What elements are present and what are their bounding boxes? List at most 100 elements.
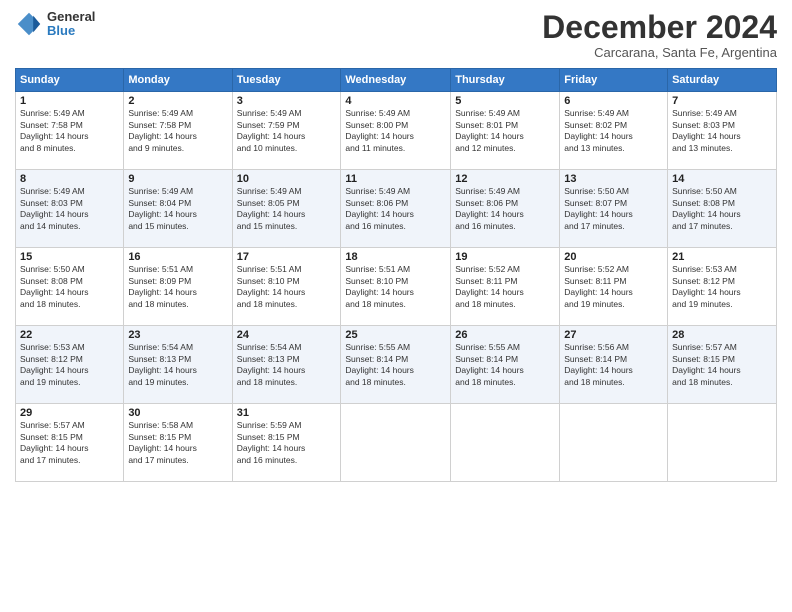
day-number: 23 (128, 329, 227, 341)
table-row: 8Sunrise: 5:49 AMSunset: 8:03 PMDaylight… (16, 170, 124, 248)
day-info: Sunrise: 5:49 AMSunset: 8:06 PMDaylight:… (455, 186, 555, 232)
day-info: Sunrise: 5:49 AMSunset: 8:00 PMDaylight:… (345, 108, 446, 154)
table-row: 27Sunrise: 5:56 AMSunset: 8:14 PMDayligh… (560, 326, 668, 404)
table-row: 10Sunrise: 5:49 AMSunset: 8:05 PMDayligh… (232, 170, 341, 248)
day-number: 2 (128, 95, 227, 107)
day-number: 11 (345, 173, 446, 185)
table-row: 29Sunrise: 5:57 AMSunset: 8:15 PMDayligh… (16, 404, 124, 482)
table-row: 28Sunrise: 5:57 AMSunset: 8:15 PMDayligh… (668, 326, 777, 404)
day-number: 9 (128, 173, 227, 185)
table-row: 21Sunrise: 5:53 AMSunset: 8:12 PMDayligh… (668, 248, 777, 326)
logo-general: General (47, 10, 95, 24)
location-subtitle: Carcarana, Santa Fe, Argentina (542, 45, 777, 60)
day-info: Sunrise: 5:49 AMSunset: 8:06 PMDaylight:… (345, 186, 446, 232)
day-info: Sunrise: 5:52 AMSunset: 8:11 PMDaylight:… (564, 264, 663, 310)
logo-blue: Blue (47, 24, 95, 38)
day-info: Sunrise: 5:53 AMSunset: 8:12 PMDaylight:… (672, 264, 772, 310)
table-row: 9Sunrise: 5:49 AMSunset: 8:04 PMDaylight… (124, 170, 232, 248)
month-title: December 2024 (542, 10, 777, 45)
day-number: 21 (672, 251, 772, 263)
table-row: 26Sunrise: 5:55 AMSunset: 8:14 PMDayligh… (451, 326, 560, 404)
day-number: 8 (20, 173, 119, 185)
day-number: 24 (237, 329, 337, 341)
col-friday: Friday (560, 69, 668, 92)
day-info: Sunrise: 5:49 AMSunset: 8:02 PMDaylight:… (564, 108, 663, 154)
table-row: 30Sunrise: 5:58 AMSunset: 8:15 PMDayligh… (124, 404, 232, 482)
calendar-table: Sunday Monday Tuesday Wednesday Thursday… (15, 68, 777, 482)
title-block: December 2024 Carcarana, Santa Fe, Argen… (542, 10, 777, 60)
page: General Blue December 2024 Carcarana, Sa… (0, 0, 792, 612)
day-info: Sunrise: 5:49 AMSunset: 8:04 PMDaylight:… (128, 186, 227, 232)
day-info: Sunrise: 5:58 AMSunset: 8:15 PMDaylight:… (128, 420, 227, 466)
day-info: Sunrise: 5:50 AMSunset: 8:08 PMDaylight:… (20, 264, 119, 310)
day-number: 17 (237, 251, 337, 263)
day-info: Sunrise: 5:52 AMSunset: 8:11 PMDaylight:… (455, 264, 555, 310)
day-number: 10 (237, 173, 337, 185)
table-row: 12Sunrise: 5:49 AMSunset: 8:06 PMDayligh… (451, 170, 560, 248)
table-row: 24Sunrise: 5:54 AMSunset: 8:13 PMDayligh… (232, 326, 341, 404)
logo-text: General Blue (47, 10, 95, 39)
day-number: 14 (672, 173, 772, 185)
day-info: Sunrise: 5:49 AMSunset: 7:58 PMDaylight:… (20, 108, 119, 154)
day-info: Sunrise: 5:51 AMSunset: 8:10 PMDaylight:… (237, 264, 337, 310)
day-number: 26 (455, 329, 555, 341)
calendar-week-1: 1Sunrise: 5:49 AMSunset: 7:58 PMDaylight… (16, 92, 777, 170)
day-info: Sunrise: 5:50 AMSunset: 8:07 PMDaylight:… (564, 186, 663, 232)
day-number: 16 (128, 251, 227, 263)
day-number: 5 (455, 95, 555, 107)
table-row: 16Sunrise: 5:51 AMSunset: 8:09 PMDayligh… (124, 248, 232, 326)
day-info: Sunrise: 5:49 AMSunset: 8:03 PMDaylight:… (20, 186, 119, 232)
day-info: Sunrise: 5:49 AMSunset: 8:05 PMDaylight:… (237, 186, 337, 232)
day-info: Sunrise: 5:49 AMSunset: 8:03 PMDaylight:… (672, 108, 772, 154)
day-number: 31 (237, 407, 337, 419)
calendar-week-4: 22Sunrise: 5:53 AMSunset: 8:12 PMDayligh… (16, 326, 777, 404)
day-info: Sunrise: 5:49 AMSunset: 7:59 PMDaylight:… (237, 108, 337, 154)
day-number: 27 (564, 329, 663, 341)
table-row: 19Sunrise: 5:52 AMSunset: 8:11 PMDayligh… (451, 248, 560, 326)
day-number: 6 (564, 95, 663, 107)
table-row (341, 404, 451, 482)
table-row (668, 404, 777, 482)
day-number: 7 (672, 95, 772, 107)
day-info: Sunrise: 5:53 AMSunset: 8:12 PMDaylight:… (20, 342, 119, 388)
calendar-week-5: 29Sunrise: 5:57 AMSunset: 8:15 PMDayligh… (16, 404, 777, 482)
col-wednesday: Wednesday (341, 69, 451, 92)
table-row: 22Sunrise: 5:53 AMSunset: 8:12 PMDayligh… (16, 326, 124, 404)
day-number: 3 (237, 95, 337, 107)
day-number: 19 (455, 251, 555, 263)
calendar-week-3: 15Sunrise: 5:50 AMSunset: 8:08 PMDayligh… (16, 248, 777, 326)
header: General Blue December 2024 Carcarana, Sa… (15, 10, 777, 60)
table-row: 11Sunrise: 5:49 AMSunset: 8:06 PMDayligh… (341, 170, 451, 248)
day-info: Sunrise: 5:51 AMSunset: 8:10 PMDaylight:… (345, 264, 446, 310)
table-row: 15Sunrise: 5:50 AMSunset: 8:08 PMDayligh… (16, 248, 124, 326)
day-number: 25 (345, 329, 446, 341)
day-number: 4 (345, 95, 446, 107)
calendar-header-row: Sunday Monday Tuesday Wednesday Thursday… (16, 69, 777, 92)
table-row: 17Sunrise: 5:51 AMSunset: 8:10 PMDayligh… (232, 248, 341, 326)
day-info: Sunrise: 5:55 AMSunset: 8:14 PMDaylight:… (345, 342, 446, 388)
table-row: 6Sunrise: 5:49 AMSunset: 8:02 PMDaylight… (560, 92, 668, 170)
col-saturday: Saturday (668, 69, 777, 92)
col-tuesday: Tuesday (232, 69, 341, 92)
table-row: 31Sunrise: 5:59 AMSunset: 8:15 PMDayligh… (232, 404, 341, 482)
day-info: Sunrise: 5:56 AMSunset: 8:14 PMDaylight:… (564, 342, 663, 388)
day-number: 30 (128, 407, 227, 419)
table-row: 4Sunrise: 5:49 AMSunset: 8:00 PMDaylight… (341, 92, 451, 170)
logo-icon (15, 10, 43, 38)
calendar-week-2: 8Sunrise: 5:49 AMSunset: 8:03 PMDaylight… (16, 170, 777, 248)
day-number: 28 (672, 329, 772, 341)
day-info: Sunrise: 5:50 AMSunset: 8:08 PMDaylight:… (672, 186, 772, 232)
day-info: Sunrise: 5:49 AMSunset: 7:58 PMDaylight:… (128, 108, 227, 154)
day-info: Sunrise: 5:59 AMSunset: 8:15 PMDaylight:… (237, 420, 337, 466)
table-row: 5Sunrise: 5:49 AMSunset: 8:01 PMDaylight… (451, 92, 560, 170)
day-number: 29 (20, 407, 119, 419)
table-row (451, 404, 560, 482)
day-number: 12 (455, 173, 555, 185)
table-row: 13Sunrise: 5:50 AMSunset: 8:07 PMDayligh… (560, 170, 668, 248)
logo: General Blue (15, 10, 95, 39)
col-sunday: Sunday (16, 69, 124, 92)
day-info: Sunrise: 5:51 AMSunset: 8:09 PMDaylight:… (128, 264, 227, 310)
day-number: 18 (345, 251, 446, 263)
day-number: 1 (20, 95, 119, 107)
day-info: Sunrise: 5:55 AMSunset: 8:14 PMDaylight:… (455, 342, 555, 388)
